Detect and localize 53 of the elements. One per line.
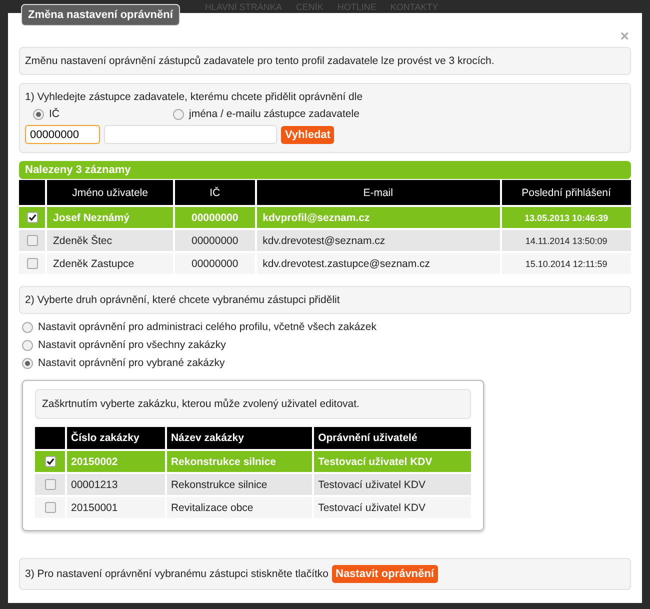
table-cell: Testovací uživatel KDV: [314, 497, 471, 518]
header-cell: [35, 427, 65, 449]
table-cell: Josef Neznámý: [47, 207, 174, 228]
radio-option[interactable]: IČ: [33, 108, 173, 120]
dialog-title: Změna nastavení oprávnění: [21, 4, 180, 26]
set-permission-button[interactable]: Nastavit oprávnění: [332, 565, 438, 583]
checkbox[interactable]: [26, 258, 38, 270]
ic-input[interactable]: 00000000: [25, 125, 100, 144]
checkbox[interactable]: [44, 479, 56, 490]
table-cell: 00000000: [175, 207, 255, 228]
radio-option[interactable]: Nastavit oprávnění pro všechny zakázky: [22, 339, 631, 351]
table-cell: kdv.drevotest.zastupce@seznam.cz: [256, 253, 500, 274]
table-cell: Rekonstrukce silnice: [166, 451, 312, 472]
table-cell: 00001213: [67, 474, 165, 495]
table-cell: Rekonstrukce silnice: [166, 474, 312, 495]
table-cell: kdv.drevotest@seznam.cz: [256, 230, 500, 251]
checkbox[interactable]: [44, 502, 56, 514]
column-header: IČ: [175, 180, 255, 205]
step-label: 3) Pro nastavení oprávnění vybranému zástupci stiskněte tlačítko: [25, 568, 328, 580]
table-cell: Revitalizace obce: [166, 497, 312, 518]
table-cell: Zdeněk Štec: [47, 230, 174, 251]
radio-option[interactable]: jména / e-mailu zástupce zadavatele: [173, 108, 360, 120]
table-cell: Testovací uživatel KDV: [314, 451, 471, 472]
checkbox[interactable]: [26, 235, 38, 246]
table-cell: 15.10.2014 12:11:59: [502, 253, 631, 274]
table-cell: 20150001: [67, 497, 165, 518]
close-icon[interactable]: ×: [620, 29, 629, 44]
column-header: Oprávnění uživatelé: [314, 427, 471, 449]
table-cell: 20150002: [67, 451, 165, 472]
column-header: Jméno uživatele: [47, 180, 174, 205]
table-cell: Zdeněk Zastupce: [47, 253, 174, 274]
table-cell: 14.11.2014 13:50:09: [502, 230, 631, 251]
column-header: Číslo zakázky: [67, 427, 165, 449]
column-header: E-mail: [256, 180, 500, 205]
table-cell: 00000000: [175, 253, 255, 274]
step-label: 2) Vyberte druh oprávnění, které chcete vybranému zástupci přidělit: [25, 294, 340, 306]
search-button[interactable]: Vyhledat: [281, 126, 334, 144]
table-cell: Testovací uživatel KDV: [314, 474, 471, 495]
step-label: 1) Vyhledejte zástupce zadavatele, kterému chcete přidělit oprávnění dle: [25, 91, 363, 103]
note-text: Zaškrtnutím vyberte zakázku, kterou může zvolený uživatel editovat.: [42, 398, 360, 410]
radio-option[interactable]: Nastavit oprávnění pro vybrané zakázky: [22, 357, 631, 369]
table-cell: kdvprofil@seznam.cz: [256, 207, 500, 228]
column-header: Název zakázky: [166, 427, 312, 449]
header-cell: [19, 180, 45, 205]
intro-text: Změnu nastavení oprávnění zástupců zadavatele pro tento profil zadavatele lze provést ve 3 krocích.: [25, 55, 494, 67]
checkbox[interactable]: [44, 456, 56, 468]
column-header: Poslední přihlášení: [502, 180, 631, 205]
table-cell: 13.05.2013 10:46:39: [502, 207, 631, 228]
results-header: Nalezeny 3 záznamy: [19, 161, 631, 179]
checkbox[interactable]: [26, 212, 38, 224]
table-cell: 00000000: [175, 230, 255, 251]
radio-option[interactable]: Nastavit oprávnění pro administraci celého profilu, včetně všech zakázek: [22, 321, 631, 333]
name-input[interactable]: [104, 125, 277, 144]
